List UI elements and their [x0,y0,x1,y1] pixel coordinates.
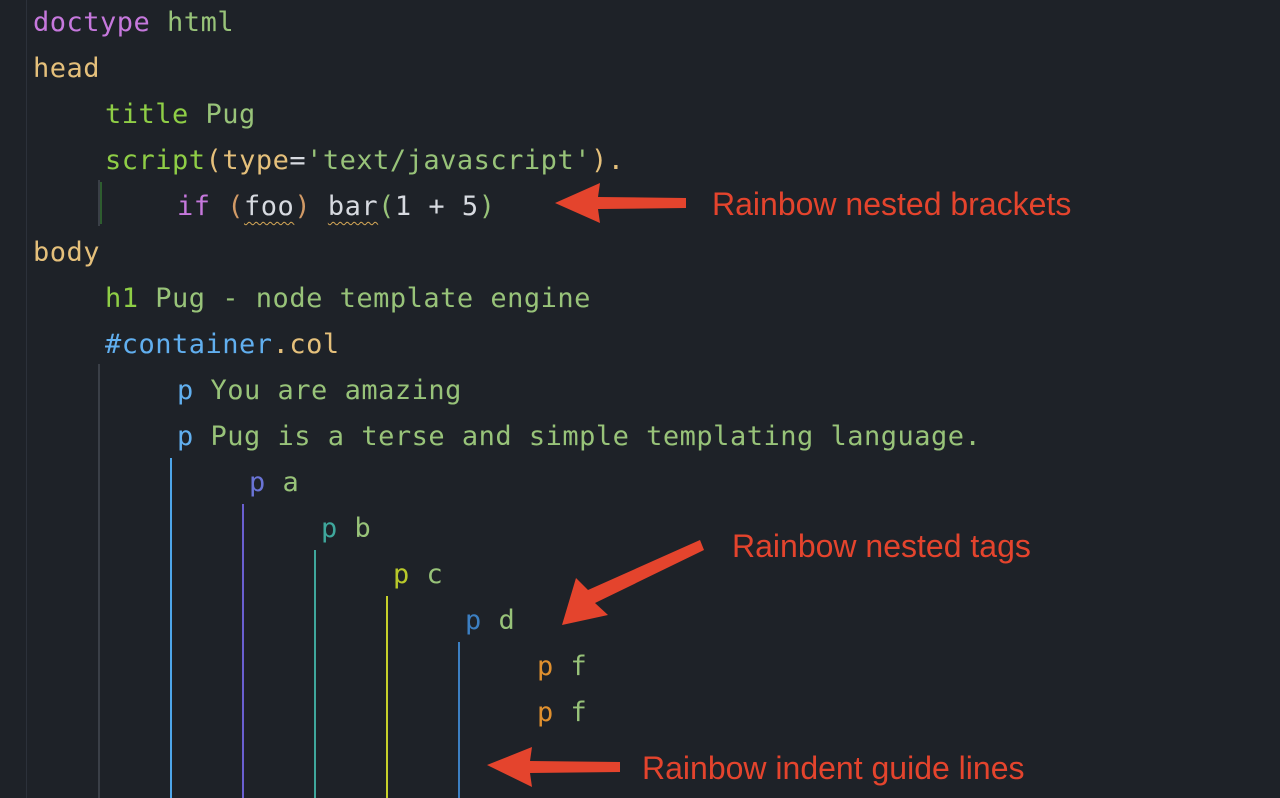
arrow-guides-icon [487,747,620,787]
annotation-brackets: Rainbow nested brackets [712,186,1072,222]
code-editor[interactable]: doctype html head title Pug script(type='te… [0,0,1280,798]
annotation-guides: Rainbow indent guide lines [642,750,1025,786]
annotation-arrows [487,183,704,787]
annotation-tags: Rainbow nested tags [732,528,1031,564]
arrow-tags-icon [562,540,704,625]
arrow-brackets-icon [555,183,686,223]
